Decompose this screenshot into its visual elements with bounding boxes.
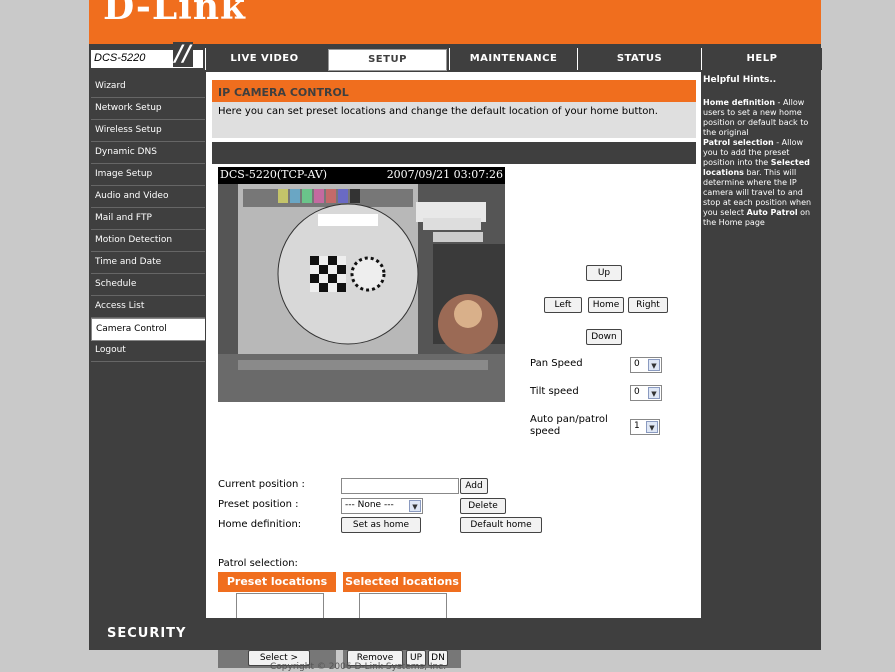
current-position-label: Current position : xyxy=(218,479,305,490)
preset-position-label: Preset position : xyxy=(218,499,299,510)
dlink-logo: D-Link xyxy=(103,0,246,28)
chevron-down-icon: ▼ xyxy=(648,387,660,399)
chevron-down-icon: ▼ xyxy=(646,421,658,433)
auto-speed-value: 1 xyxy=(634,421,640,431)
auto-speed-select[interactable]: 1 ▼ xyxy=(630,419,660,435)
sidebar-item-wireless-setup[interactable]: Wireless Setup xyxy=(91,120,205,142)
model-name: DCS-5220 xyxy=(94,52,146,64)
home-button[interactable]: Home xyxy=(588,297,624,313)
sidebar-item-image-setup[interactable]: Image Setup xyxy=(91,164,205,186)
sidebar-item-mail-and-ftp[interactable]: Mail and FTP xyxy=(91,208,205,230)
help-patrol-bold-2: Auto Patrol xyxy=(746,208,798,217)
help-panel: Helpful Hints.. Home definition - Allow … xyxy=(701,72,821,650)
home-definition-label: Home definition: xyxy=(218,519,302,530)
preset-position-value: --- None --- xyxy=(345,500,394,510)
pan-left-button[interactable]: Left xyxy=(544,297,582,313)
tilt-speed-label: Tilt speed xyxy=(530,386,579,397)
pan-speed-select[interactable]: 0 ▼ xyxy=(630,357,662,373)
top-navigation: DCS-5220 // LIVE VIDEO SETUP MAINTENANCE… xyxy=(89,42,822,72)
sidebar-item-dynamic-dns[interactable]: Dynamic DNS xyxy=(91,142,205,164)
main-panel: IP CAMERA CONTROL Here you can set prese… xyxy=(205,72,702,668)
selected-locations-header: Selected locations xyxy=(343,572,461,592)
chevron-down-icon: ▼ xyxy=(409,500,421,512)
footer-bar: SECURITY xyxy=(89,618,821,650)
default-home-button[interactable]: Default home xyxy=(460,517,542,533)
sidebar-item-audio-and-video[interactable]: Audio and Video xyxy=(91,186,205,208)
header-banner: D-Link xyxy=(89,0,821,44)
camera-timestamp: 2007/09/21 03:07:26 xyxy=(386,168,503,181)
preset-locations-header: Preset locations xyxy=(218,572,336,592)
help-hints-text: Home definition - Allow users to set a n… xyxy=(703,98,819,228)
tab-help[interactable]: HELP xyxy=(701,48,822,70)
pan-up-button[interactable]: Up xyxy=(586,265,622,281)
security-label: SECURITY xyxy=(107,626,187,641)
auto-speed-label-line2: speed xyxy=(530,426,561,437)
tab-live-video[interactable]: LIVE VIDEO xyxy=(205,48,323,70)
tab-maintenance[interactable]: MAINTENANCE xyxy=(449,48,577,70)
current-position-input[interactable] xyxy=(341,478,459,494)
help-patrol-term: Patrol selection xyxy=(703,138,774,147)
camera-name: DCS-5220(TCP-AV) xyxy=(220,168,328,181)
camera-video-image xyxy=(218,184,505,402)
sidebar-item-motion-detection[interactable]: Motion Detection xyxy=(91,230,205,252)
preset-position-select[interactable]: --- None --- ▼ xyxy=(341,498,423,514)
section-divider xyxy=(212,142,696,164)
help-home-term: Home definition xyxy=(703,98,776,107)
sidebar-item-access-list[interactable]: Access List xyxy=(91,296,205,318)
help-title: Helpful Hints.. xyxy=(703,75,777,85)
patrol-selection-label: Patrol selection: xyxy=(218,558,298,569)
section-description: Here you can set preset locations and ch… xyxy=(212,102,696,138)
tab-status[interactable]: STATUS xyxy=(577,48,701,70)
slash-decoration: // xyxy=(173,42,194,67)
sidebar-item-time-and-date[interactable]: Time and Date xyxy=(91,252,205,274)
set-as-home-button[interactable]: Set as home xyxy=(341,517,421,533)
tilt-speed-value: 0 xyxy=(634,387,640,397)
sidebar: Wizard Network Setup Wireless Setup Dyna… xyxy=(89,72,207,650)
sidebar-item-camera-control[interactable]: Camera Control xyxy=(91,318,207,341)
add-button[interactable]: Add xyxy=(460,478,488,494)
sidebar-item-network-setup[interactable]: Network Setup xyxy=(91,98,205,120)
auto-speed-label-line1: Auto pan/patrol xyxy=(530,414,608,425)
pan-speed-value: 0 xyxy=(634,359,640,369)
sidebar-item-logout[interactable]: Logout xyxy=(91,340,205,362)
pan-right-button[interactable]: Right xyxy=(628,297,668,313)
pan-down-button[interactable]: Down xyxy=(586,329,622,345)
pan-speed-label: Pan Speed xyxy=(530,358,583,369)
chevron-down-icon: ▼ xyxy=(648,359,660,371)
sidebar-item-schedule[interactable]: Schedule xyxy=(91,274,205,296)
camera-control-content: DCS-5220(TCP-AV) 2007/09/21 03:07:26 Up … xyxy=(212,164,696,668)
sidebar-item-wizard[interactable]: Wizard xyxy=(91,76,205,98)
delete-button[interactable]: Delete xyxy=(460,498,506,514)
camera-view: DCS-5220(TCP-AV) 2007/09/21 03:07:26 xyxy=(218,167,505,402)
tab-setup[interactable]: SETUP xyxy=(328,49,447,71)
camera-overlay-header: DCS-5220(TCP-AV) 2007/09/21 03:07:26 xyxy=(218,167,505,184)
page-frame: D-Link DCS-5220 // LIVE VIDEO SETUP MAIN… xyxy=(89,0,822,671)
section-title: IP CAMERA CONTROL xyxy=(212,80,696,102)
tilt-speed-select[interactable]: 0 ▼ xyxy=(630,385,662,401)
